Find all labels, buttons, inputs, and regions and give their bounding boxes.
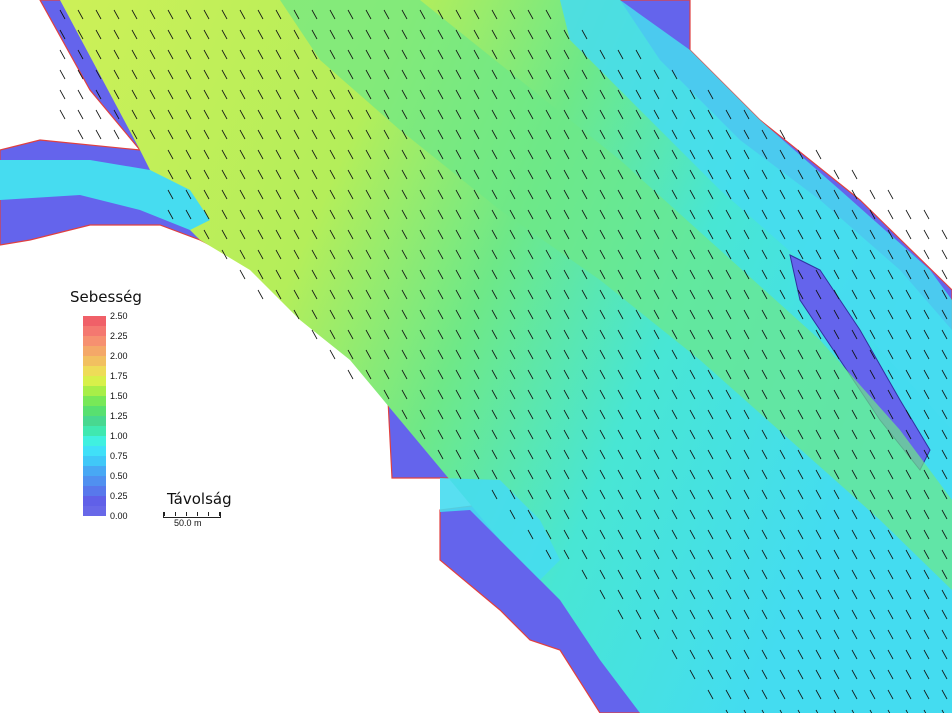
legend-swatch <box>83 416 106 426</box>
legend-tick-label: 2.00 <box>110 351 128 361</box>
legend-swatch <box>83 506 106 516</box>
legend-swatch <box>83 356 106 366</box>
legend-tick-label: 0.25 <box>110 491 128 501</box>
legend-swatch <box>83 366 106 376</box>
velocity-map: Sebesség 2.50 2.25 2.00 1.75 1.50 1.25 1.00 0.7… <box>0 0 952 713</box>
legend-title: Sebesség <box>70 288 142 306</box>
velocity-arrow <box>941 269 948 280</box>
legend-tick-label: 1.25 <box>110 411 128 421</box>
legend-tick-label: 0.50 <box>110 471 128 481</box>
velocity-arrow <box>239 269 246 280</box>
legend-tick-label: 1.50 <box>110 391 128 401</box>
legend-tick-label: 1.00 <box>110 431 128 441</box>
velocity-arrow <box>923 249 930 260</box>
legend-swatch <box>83 426 106 436</box>
river-flow-map <box>0 0 952 713</box>
legend-swatch <box>83 486 106 496</box>
velocity-arrow <box>941 249 948 260</box>
legend-color-bar <box>83 316 106 516</box>
legend-swatch <box>83 406 106 416</box>
velocity-arrow <box>923 229 930 240</box>
velocity-arrow <box>77 89 84 100</box>
velocity-arrow <box>887 209 894 220</box>
velocity-arrow <box>59 89 66 100</box>
velocity-arrow <box>59 109 66 120</box>
velocity-arrow <box>905 209 912 220</box>
legend-swatch <box>83 476 106 486</box>
velocity-arrow <box>59 49 66 60</box>
scale-label: 50.0 m <box>174 518 202 528</box>
legend-tick-label: 1.75 <box>110 371 128 381</box>
legend-swatch <box>83 466 106 476</box>
velocity-arrow <box>95 109 102 120</box>
velocity-arrow <box>851 169 858 180</box>
velocity-arrow <box>257 289 264 300</box>
legend-swatch <box>83 346 106 356</box>
velocity-arrow <box>59 69 66 80</box>
legend-swatch <box>83 396 106 406</box>
velocity-arrow <box>77 109 84 120</box>
legend-swatch <box>83 316 106 326</box>
velocity-arrow <box>77 129 84 140</box>
velocity-arrow <box>95 129 102 140</box>
legend-swatch <box>83 326 106 336</box>
legend-swatch <box>83 446 106 456</box>
legend-swatch <box>83 386 106 396</box>
velocity-arrow <box>869 189 876 200</box>
velocity-arrow <box>347 369 354 380</box>
velocity-arrow <box>887 189 894 200</box>
velocity-arrow <box>833 169 840 180</box>
legend-tick-label: 0.00 <box>110 511 128 521</box>
legend-swatch <box>83 456 106 466</box>
legend-swatch <box>83 436 106 446</box>
velocity-arrow <box>113 129 120 140</box>
legend-swatch <box>83 336 106 346</box>
velocity-arrow <box>329 349 336 360</box>
velocity-arrow <box>815 149 822 160</box>
legend-swatch <box>83 496 106 506</box>
river-channel <box>0 0 952 713</box>
scale-title: Távolság <box>167 490 232 508</box>
legend-tick-label: 2.25 <box>110 331 128 341</box>
legend-tick-label: 0.75 <box>110 451 128 461</box>
velocity-arrow <box>905 229 912 240</box>
velocity-arrow <box>923 209 930 220</box>
legend-tick-label: 2.50 <box>110 311 128 321</box>
legend-swatch <box>83 376 106 386</box>
velocity-arrow <box>941 229 948 240</box>
